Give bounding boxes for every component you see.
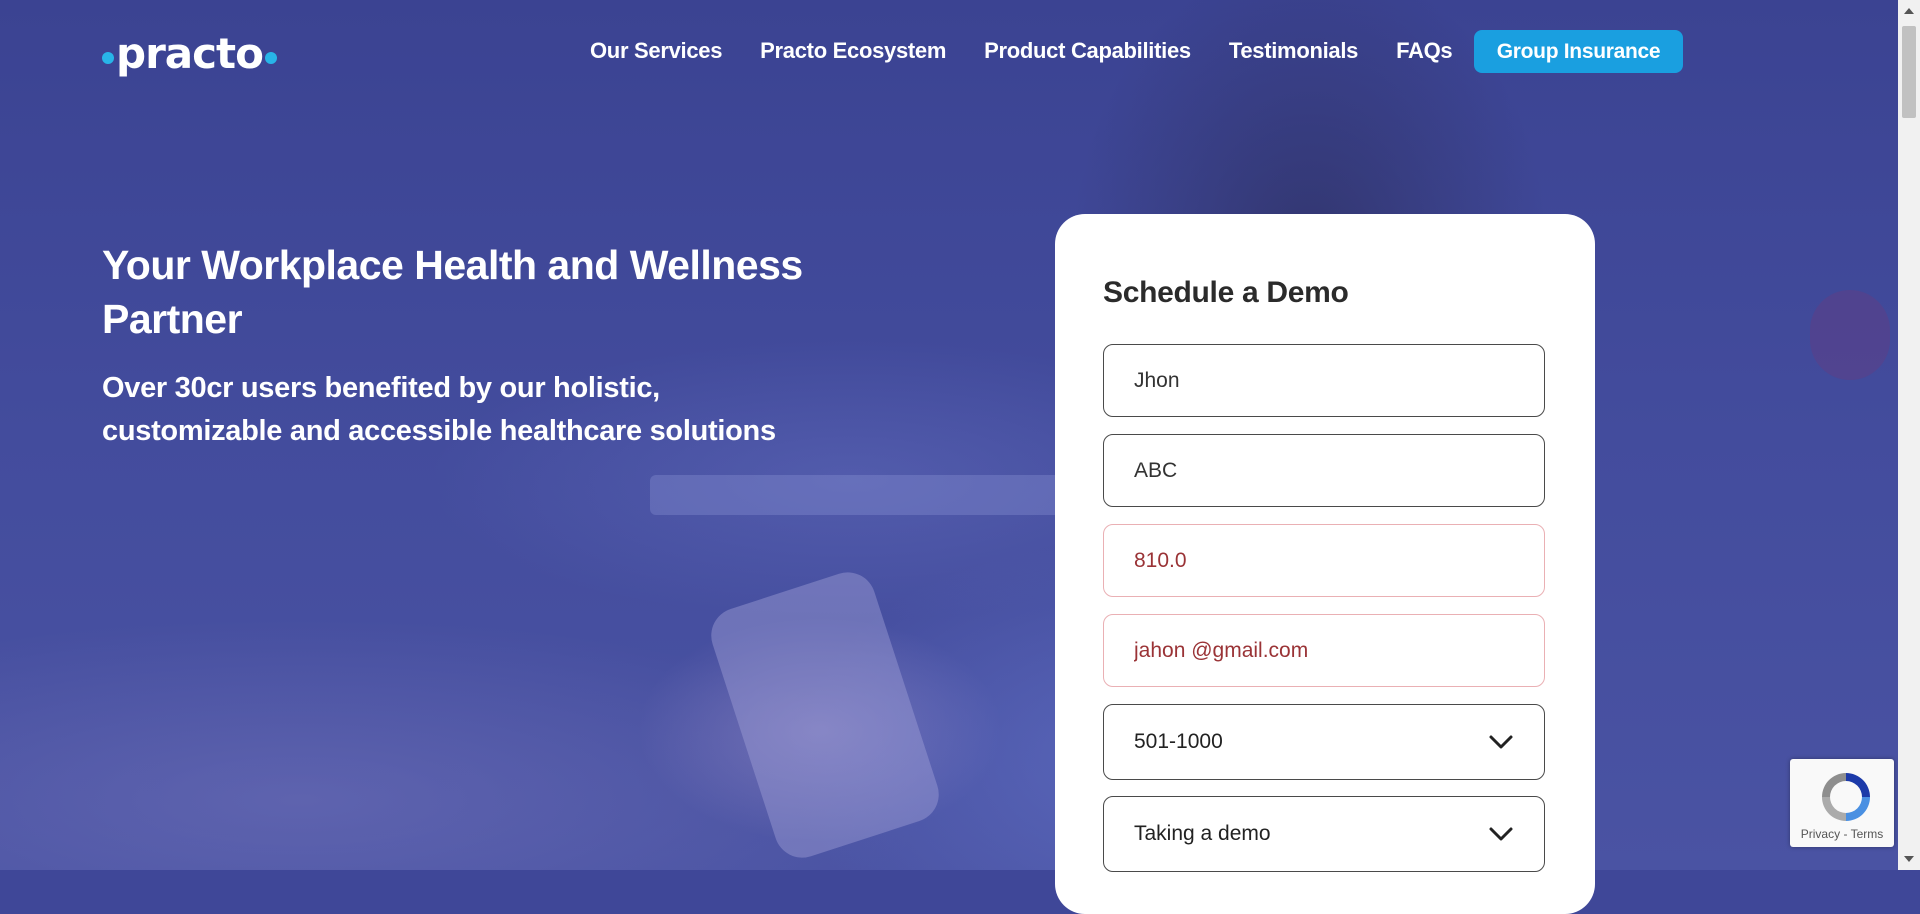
background-phone-image — [703, 565, 947, 865]
purpose-select[interactable]: Taking a demo — [1103, 796, 1545, 872]
nav-faqs[interactable]: FAQs — [1396, 34, 1453, 68]
recaptcha-badge[interactable]: Privacy - Terms — [1790, 759, 1894, 847]
employee-count-value: 501-1000 — [1134, 730, 1223, 753]
logo-text: practo — [116, 28, 264, 78]
phone-input[interactable] — [1103, 524, 1545, 597]
recaptcha-links: Privacy - Terms — [1790, 827, 1894, 841]
scroll-down-arrow-icon[interactable] — [1904, 856, 1914, 862]
chevron-down-icon — [1489, 827, 1513, 841]
recaptcha-separator: - — [1840, 827, 1851, 841]
group-insurance-button[interactable]: Group Insurance — [1474, 30, 1683, 73]
nav-product-capabilities[interactable]: Product Capabilities — [984, 34, 1191, 68]
top-navigation: practo Our Services Practo Ecosystem Pro… — [0, 0, 1898, 104]
recaptcha-privacy-link[interactable]: Privacy — [1801, 827, 1840, 841]
recaptcha-icon — [1822, 773, 1870, 821]
vertical-scrollbar[interactable] — [1898, 0, 1920, 870]
scrollbar-thumb[interactable] — [1902, 26, 1916, 118]
email-input[interactable] — [1103, 614, 1545, 687]
company-input[interactable] — [1103, 434, 1545, 507]
schedule-demo-form: Schedule a Demo 501-1000 Taking a demo — [1055, 214, 1595, 914]
nav-links: Our Services Practo Ecosystem Product Ca… — [590, 34, 1490, 68]
form-title: Schedule a Demo — [1103, 276, 1349, 309]
employee-count-select[interactable]: 501-1000 — [1103, 704, 1545, 780]
chevron-down-icon — [1489, 735, 1513, 749]
nav-our-services[interactable]: Our Services — [590, 34, 722, 68]
scroll-up-arrow-icon[interactable] — [1904, 8, 1914, 14]
background-lamp — [1810, 290, 1890, 380]
name-input[interactable] — [1103, 344, 1545, 417]
logo-dot-left-icon — [102, 52, 114, 64]
hero-subtitle: Over 30cr users benefited by our holisti… — [102, 372, 776, 447]
practo-logo[interactable]: practo — [100, 28, 279, 78]
logo-dot-right-icon — [264, 52, 277, 64]
purpose-value: Taking a demo — [1134, 822, 1271, 845]
hero-title: Your Workplace Health and Wellness Partn… — [102, 242, 803, 342]
nav-practo-ecosystem[interactable]: Practo Ecosystem — [760, 34, 946, 68]
recaptcha-terms-link[interactable]: Terms — [1851, 827, 1884, 841]
nav-testimonials[interactable]: Testimonials — [1229, 34, 1359, 68]
